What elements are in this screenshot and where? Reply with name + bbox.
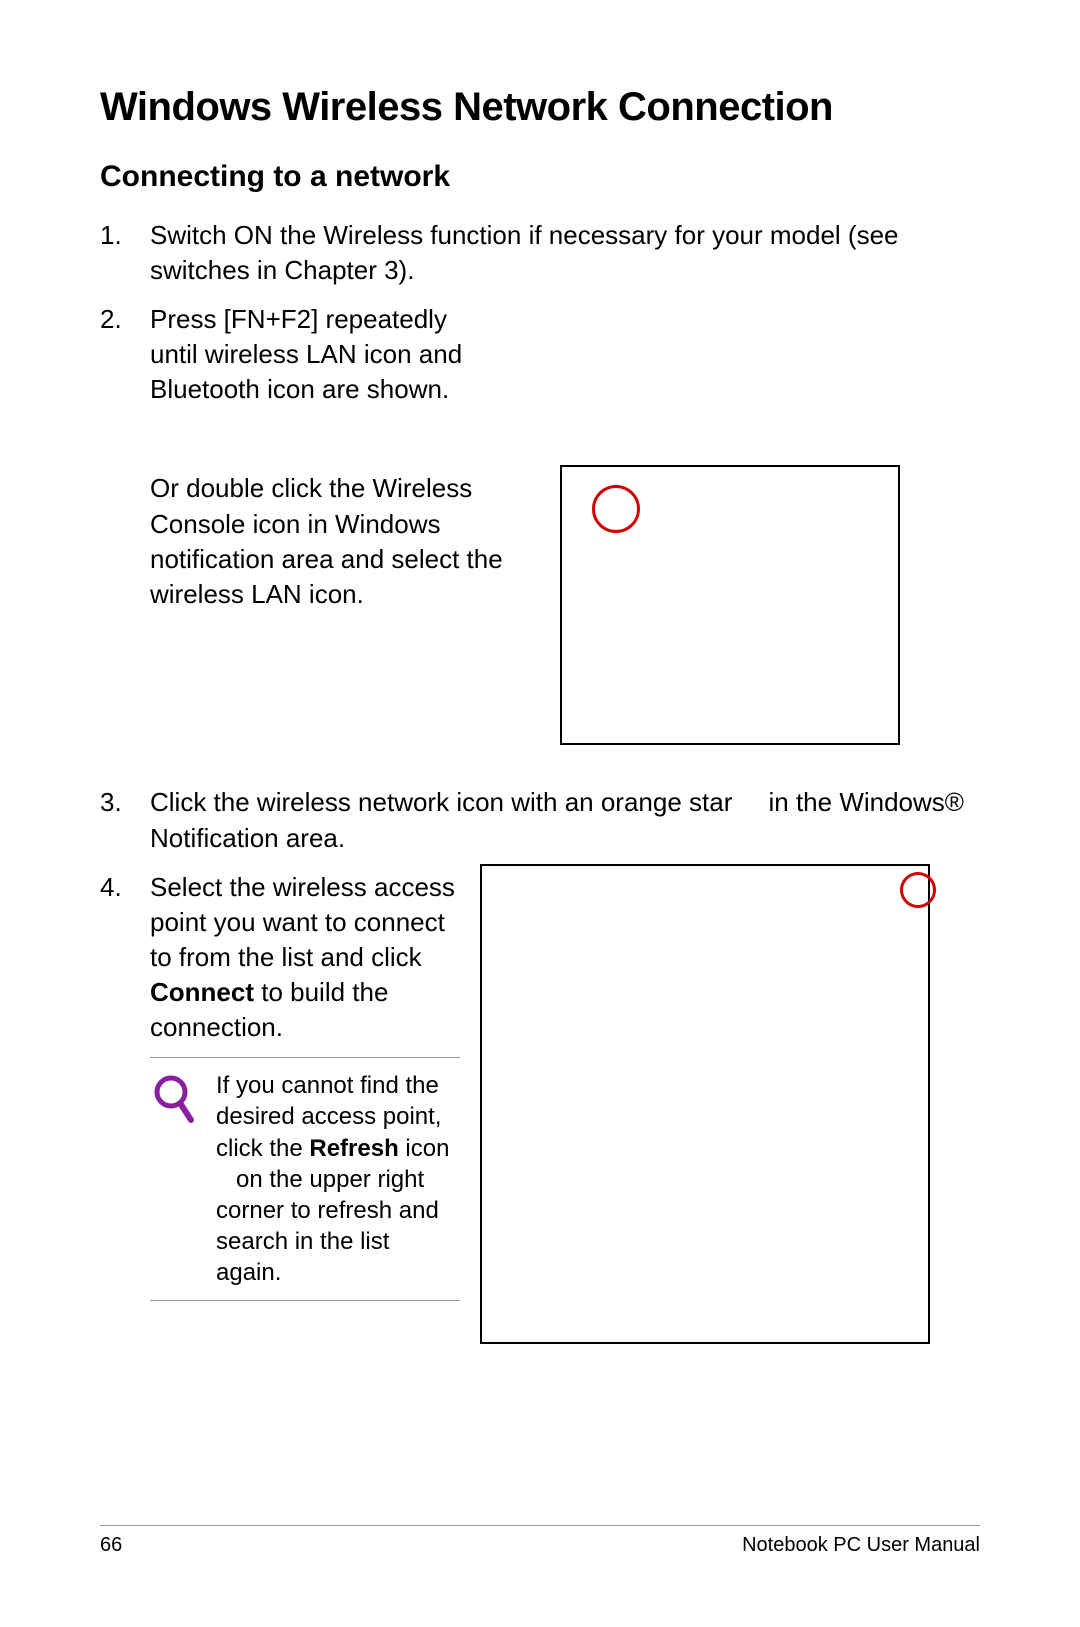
- step-text: Switch ON the Wireless function if neces…: [150, 218, 980, 288]
- network-list-figure: [480, 864, 930, 1344]
- refresh-keyword: Refresh: [309, 1135, 398, 1162]
- step-4-left: Select the wireless access point you wan…: [150, 870, 460, 1302]
- step-text: Select the wireless access point you wan…: [150, 870, 460, 1045]
- manual-page: Windows Wireless Network Connection Conn…: [0, 0, 1080, 1627]
- step-4: 4. Select the wireless access point you …: [100, 870, 980, 1344]
- step-content: Select the wireless access point you wan…: [150, 870, 980, 1344]
- step-number: 4.: [100, 870, 150, 1344]
- step-1: 1. Switch ON the Wireless function if ne…: [100, 218, 980, 288]
- section-heading: Connecting to a network: [100, 160, 980, 194]
- steps-list: 1. Switch ON the Wireless function if ne…: [100, 218, 980, 1344]
- page-title: Windows Wireless Network Connection: [100, 85, 980, 130]
- step-2-alt-row: Or double click the Wireless Console ico…: [100, 471, 980, 745]
- magnifier-icon: [150, 1070, 200, 1288]
- step-2-alt-text: Or double click the Wireless Console ico…: [150, 471, 540, 611]
- page-number: 66: [100, 1534, 122, 1557]
- doc-title: Notebook PC User Manual: [742, 1534, 980, 1557]
- step-content: Press [FN+F2] repeatedly until wireless …: [150, 302, 980, 407]
- orange-star-icon: [740, 787, 762, 817]
- connect-keyword: Connect: [150, 977, 254, 1007]
- highlight-circle-icon: [592, 485, 640, 533]
- step-number: 1.: [100, 218, 150, 288]
- page-footer: 66 Notebook PC User Manual: [100, 1525, 980, 1557]
- wireless-console-figure: [560, 465, 900, 745]
- step-number: 3.: [100, 785, 150, 855]
- step-3: 3. Click the wireless network icon with …: [100, 785, 980, 855]
- step-text: Press [FN+F2] repeatedly until wireless …: [150, 302, 490, 407]
- tip-note: If you cannot find the desired access po…: [150, 1057, 460, 1301]
- step-number: 2.: [100, 302, 150, 407]
- refresh-icon: [216, 1166, 229, 1193]
- step-2: 2. Press [FN+F2] repeatedly until wirele…: [100, 302, 980, 407]
- step-text: Click the wireless network icon with an …: [150, 785, 980, 855]
- tip-text: If you cannot find the desired access po…: [216, 1070, 460, 1288]
- highlight-circle-icon: [900, 872, 936, 908]
